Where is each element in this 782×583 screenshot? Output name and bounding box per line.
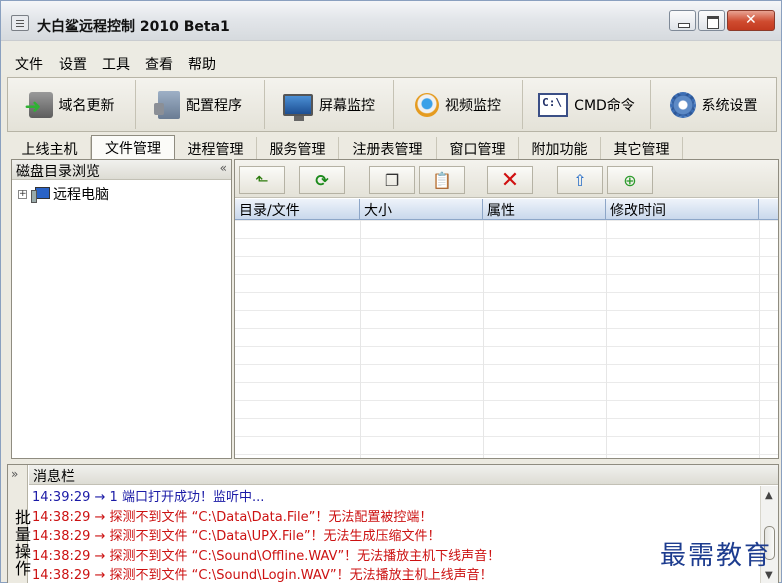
- cmd-icon: [538, 92, 569, 117]
- column-divider: [360, 220, 361, 458]
- tab-window-manager[interactable]: 窗口管理: [437, 137, 519, 159]
- file-table-body[interactable]: [235, 220, 778, 458]
- config-program-icon: [154, 90, 180, 119]
- app-menu-icon[interactable]: [11, 15, 29, 31]
- upload-button[interactable]: ⇧: [557, 166, 603, 194]
- up-folder-button[interactable]: ⬑: [239, 166, 285, 194]
- tab-process-manager[interactable]: 进程管理: [175, 137, 257, 159]
- domain-update-label: 域名更新: [58, 97, 115, 114]
- video-monitor-button[interactable]: 视频监控: [394, 80, 523, 129]
- upload-icon: ⇧: [573, 170, 587, 190]
- file-list-panel: ⬑ ⟳ ❐ 📋 ✕ ⇧ ⊕ 目录/文件 大小 属性 修改时间: [234, 159, 779, 459]
- computer-icon: [31, 187, 50, 203]
- column-divider: [759, 220, 760, 458]
- column-header-size[interactable]: 大小: [360, 199, 483, 220]
- log-line: 14:38:29 → 探测不到文件 “C:\Sound\Offline.WAV”…: [32, 548, 501, 564]
- column-header-modified-time[interactable]: 修改时间: [606, 199, 759, 220]
- tab-online-hosts[interactable]: 上线主机: [9, 137, 91, 159]
- menu-help[interactable]: 帮助: [188, 54, 216, 74]
- delete-button[interactable]: ✕: [487, 166, 533, 194]
- copy-button[interactable]: ❐: [369, 166, 415, 194]
- column-header-name[interactable]: 目录/文件: [235, 199, 360, 220]
- minimize-button[interactable]: [669, 10, 696, 31]
- tab-addons[interactable]: 附加功能: [519, 137, 601, 159]
- log-line: 14:39:29 → 1 端口打开成功！监听中...: [32, 490, 265, 505]
- copy-icon: ❐: [384, 170, 400, 190]
- log-line: 14:38:29 → 探测不到文件 “C:\Sound\Login.WAV”！无…: [32, 568, 493, 583]
- domain-update-button[interactable]: 域名更新: [8, 80, 136, 129]
- menu-settings[interactable]: 设置: [59, 54, 87, 74]
- watermark: 最需教育: [660, 541, 773, 571]
- title-bar[interactable]: 大白鲨远程控制 2010 Beta1: [1, 1, 781, 41]
- tab-registry-manager[interactable]: 注册表管理: [339, 137, 437, 159]
- main-tabs: 上线主机 文件管理 进程管理 服务管理 注册表管理 窗口管理 附加功能 其它管理: [9, 135, 779, 159]
- main-toolbar: 域名更新 配置程序 屏幕监控 视频监控 CMD命令 系统设置: [7, 77, 777, 132]
- screen-monitor-icon: [283, 93, 313, 121]
- app-version: 2010 Beta1: [139, 19, 230, 35]
- tab-file-manager[interactable]: 文件管理: [91, 135, 175, 159]
- tree-expand-icon[interactable]: +: [18, 189, 27, 199]
- webcam-icon: [415, 92, 439, 117]
- tree-item-label: 远程电脑: [53, 187, 109, 203]
- paste-icon: 📋: [432, 170, 452, 190]
- menu-bar: 文件 设置 工具 查看 帮助: [1, 41, 781, 75]
- message-log: 14:39:29 → 1 端口打开成功！监听中... 14:38:29 → 探测…: [30, 486, 760, 583]
- disk-browser-header: 磁盘目录浏览 «: [12, 160, 231, 180]
- main-window: 大白鲨远程控制 2010 Beta1 文件 设置 工具 查看 帮助 域名更新 配…: [0, 0, 782, 583]
- screen-monitor-button[interactable]: 屏幕监控: [265, 80, 394, 129]
- screen-monitor-label: 屏幕监控: [319, 97, 375, 114]
- system-settings-button[interactable]: 系统设置: [651, 80, 776, 129]
- config-program-label: 配置程序: [186, 97, 242, 114]
- disk-browser-title: 磁盘目录浏览: [16, 164, 100, 180]
- settings-gear-icon: [669, 91, 696, 118]
- tree-item-remote-computer[interactable]: + 远程电脑: [18, 184, 109, 204]
- cmd-label: CMD命令: [574, 97, 635, 114]
- cmd-button[interactable]: CMD命令: [523, 80, 651, 129]
- column-divider: [483, 220, 484, 458]
- refresh-icon: ⟳: [315, 170, 329, 190]
- menu-file[interactable]: 文件: [15, 54, 43, 74]
- collapse-panel-button[interactable]: «: [220, 161, 227, 175]
- log-line: 14:38:29 → 探测不到文件 “C:\Data\Data.File”！无法…: [32, 509, 433, 525]
- scroll-up-icon[interactable]: ▲: [765, 490, 773, 501]
- column-header-attributes[interactable]: 属性: [483, 199, 606, 220]
- app-title: 大白鲨远程控制: [37, 19, 135, 35]
- message-bar-title: 消息栏: [29, 465, 778, 485]
- delete-icon: ✕: [500, 167, 520, 193]
- folder-up-icon: ⬑: [255, 170, 269, 190]
- menu-tools[interactable]: 工具: [102, 54, 130, 74]
- tab-other-manager[interactable]: 其它管理: [601, 137, 683, 159]
- domain-update-icon: [25, 91, 53, 118]
- paste-button[interactable]: 📋: [419, 166, 465, 194]
- download-button[interactable]: ⊕: [607, 166, 653, 194]
- config-program-button[interactable]: 配置程序: [136, 80, 265, 129]
- menu-view[interactable]: 查看: [145, 54, 173, 74]
- log-line: 14:38:29 → 探测不到文件 “C:\Data\UPX.File”！无法生…: [32, 529, 441, 545]
- disk-browser-panel: 磁盘目录浏览 « + 远程电脑: [11, 159, 232, 459]
- refresh-button[interactable]: ⟳: [299, 166, 345, 194]
- file-toolbar: ⬑ ⟳ ❐ 📋 ✕ ⇧ ⊕: [235, 160, 778, 198]
- batch-operations-strip[interactable]: » 批量操作: [8, 465, 31, 583]
- tab-service-manager[interactable]: 服务管理: [257, 137, 339, 159]
- video-monitor-label: 视频监控: [445, 97, 501, 114]
- file-table-header: 目录/文件 大小 属性 修改时间: [235, 199, 778, 220]
- column-divider: [606, 220, 607, 458]
- maximize-button[interactable]: [698, 10, 725, 31]
- download-icon: ⊕: [623, 170, 637, 190]
- window-title: 大白鲨远程控制 2010 Beta1: [37, 16, 230, 36]
- expand-arrow-icon[interactable]: »: [11, 467, 18, 481]
- close-button[interactable]: [727, 10, 775, 31]
- system-settings-label: 系统设置: [701, 97, 758, 114]
